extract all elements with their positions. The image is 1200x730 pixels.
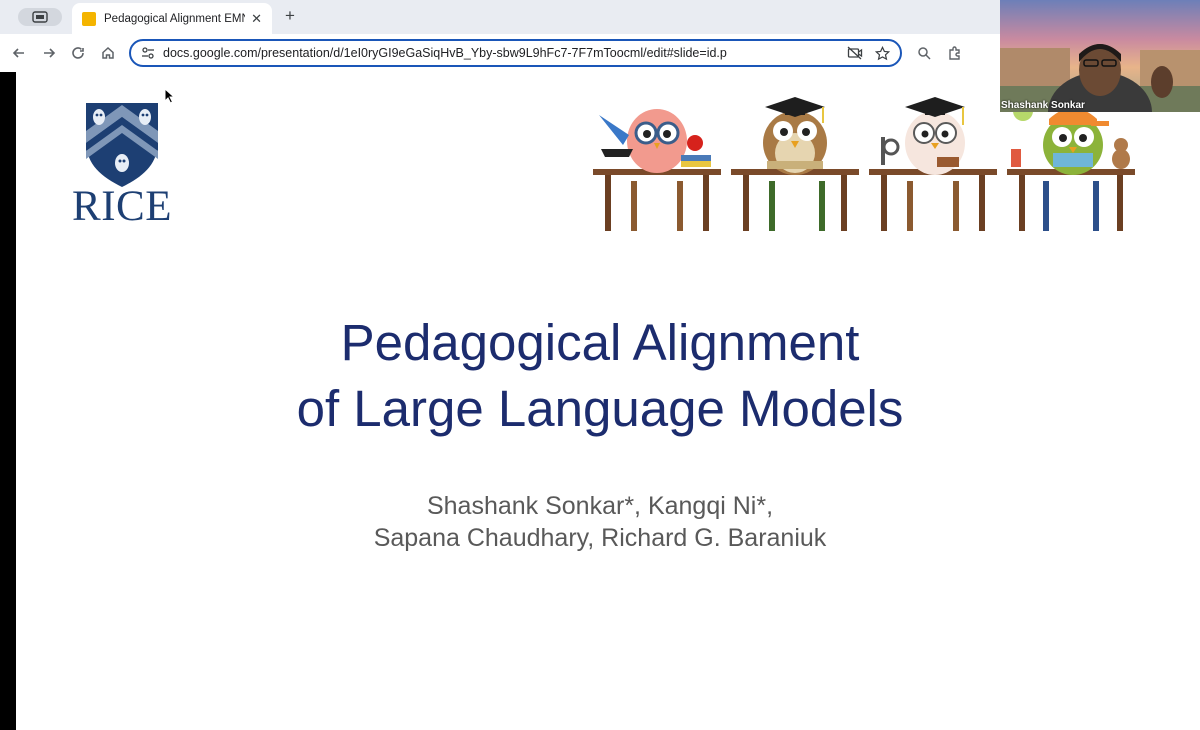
slides-favicon-icon — [82, 11, 96, 26]
url-text[interactable]: docs.google.com/presentation/d/1eI0ryGI9… — [163, 46, 835, 60]
home-button[interactable] — [97, 42, 119, 64]
tab-close-button[interactable]: ✕ — [251, 12, 262, 25]
no-camera-icon — [847, 46, 863, 60]
title-line-1: Pedagogical Alignment — [340, 314, 860, 371]
forward-icon — [44, 48, 56, 58]
tab-title: Pedagogical Alignment EMNLP — [104, 12, 245, 25]
search-lens-icon — [918, 47, 931, 60]
reload-icon — [72, 47, 84, 59]
title-line-2: of Large Language Models — [296, 380, 904, 437]
authors-line-1: Shashank Sonkar*, Kangqi Ni*, — [426, 492, 774, 520]
participant-video-frame — [1000, 0, 1200, 112]
forward-button[interactable] — [38, 42, 60, 64]
participant-video-tile[interactable]: Shashank Sonkar — [1000, 0, 1200, 112]
authors-line-2: Sapana Chaudhary, Richard G. Baraniuk — [373, 524, 827, 552]
slide-title: Pedagogical Alignment of Large Language … — [16, 310, 1184, 442]
back-icon — [12, 48, 24, 58]
slide-viewer: RICE Pedagogical Alignment of Large Lang… — [0, 72, 1200, 730]
reload-button[interactable] — [67, 42, 89, 64]
extensions-icon — [949, 46, 960, 60]
tab-switcher-button[interactable] — [18, 8, 62, 26]
slide-authors: Shashank Sonkar*, Kangqi Ni*, Sapana Cha… — [16, 490, 1184, 554]
tab-switcher-icon — [32, 11, 48, 23]
new-tab-button[interactable]: + — [280, 6, 300, 26]
back-button[interactable] — [8, 42, 30, 64]
browser-tab[interactable]: Pedagogical Alignment EMNLP ✕ — [72, 3, 272, 34]
rice-wordmark: RICE — [72, 183, 172, 230]
slide: RICE Pedagogical Alignment of Large Lang… — [16, 72, 1200, 730]
star-icon — [875, 45, 890, 60]
site-settings-icon[interactable] — [141, 46, 155, 60]
camera-blocked-button[interactable] — [847, 46, 863, 60]
mouse-cursor-icon — [164, 88, 176, 104]
bookmark-button[interactable] — [875, 45, 890, 61]
home-icon — [102, 46, 114, 59]
participant-name: Shashank Sonkar — [1001, 100, 1085, 111]
lens-button[interactable] — [913, 42, 935, 64]
address-bar[interactable]: docs.google.com/presentation/d/1eI0ryGI9… — [129, 39, 902, 67]
owls-at-desks-illustration — [593, 97, 1135, 231]
extensions-button[interactable] — [944, 42, 966, 64]
